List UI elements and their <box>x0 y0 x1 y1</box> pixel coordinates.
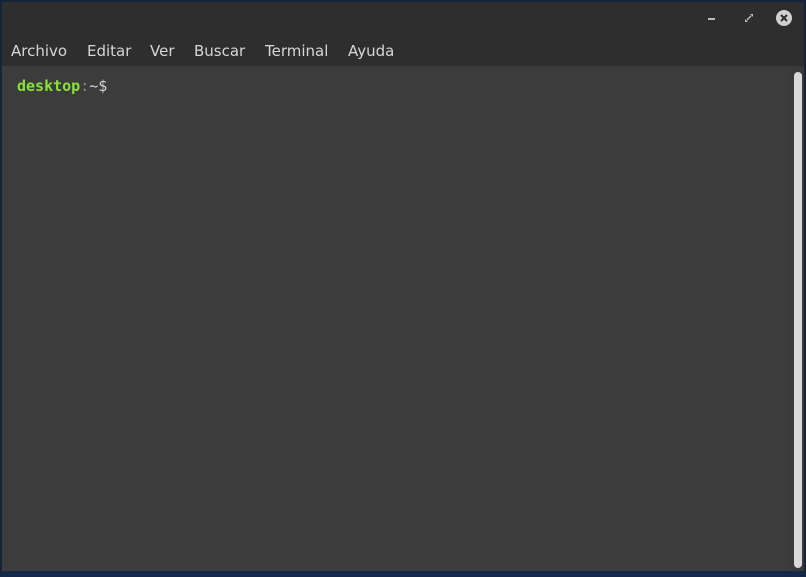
menu-archivo[interactable]: Archivo <box>11 41 67 61</box>
minimize-button[interactable] <box>703 9 721 27</box>
menu-terminal[interactable]: Terminal <box>265 41 328 61</box>
prompt-separator: : <box>80 77 90 95</box>
menu-buscar[interactable]: Buscar <box>194 41 245 61</box>
menu-bar: Archivo Editar Ver Buscar Terminal Ayuda <box>2 36 804 66</box>
menu-ver[interactable]: Ver <box>150 41 175 61</box>
terminal-area[interactable]: desktop:~$ <box>2 66 790 571</box>
menu-editar[interactable]: Editar <box>87 41 131 61</box>
minimize-icon <box>708 18 715 20</box>
prompt-symbol: $ <box>98 77 108 95</box>
close-icon <box>776 10 792 26</box>
scrollbar-thumb[interactable] <box>794 72 802 568</box>
menu-ayuda[interactable]: Ayuda <box>348 41 394 61</box>
prompt-line: desktop:~$ <box>17 76 107 96</box>
maximize-button[interactable] <box>740 9 758 27</box>
maximize-icon <box>745 14 753 22</box>
prompt-path: ~ <box>89 77 99 95</box>
prompt-host: desktop <box>17 77 81 95</box>
terminal-window: Archivo Editar Ver Buscar Terminal Ayuda… <box>0 0 806 577</box>
title-bar[interactable] <box>2 2 804 36</box>
close-button[interactable] <box>775 9 793 27</box>
